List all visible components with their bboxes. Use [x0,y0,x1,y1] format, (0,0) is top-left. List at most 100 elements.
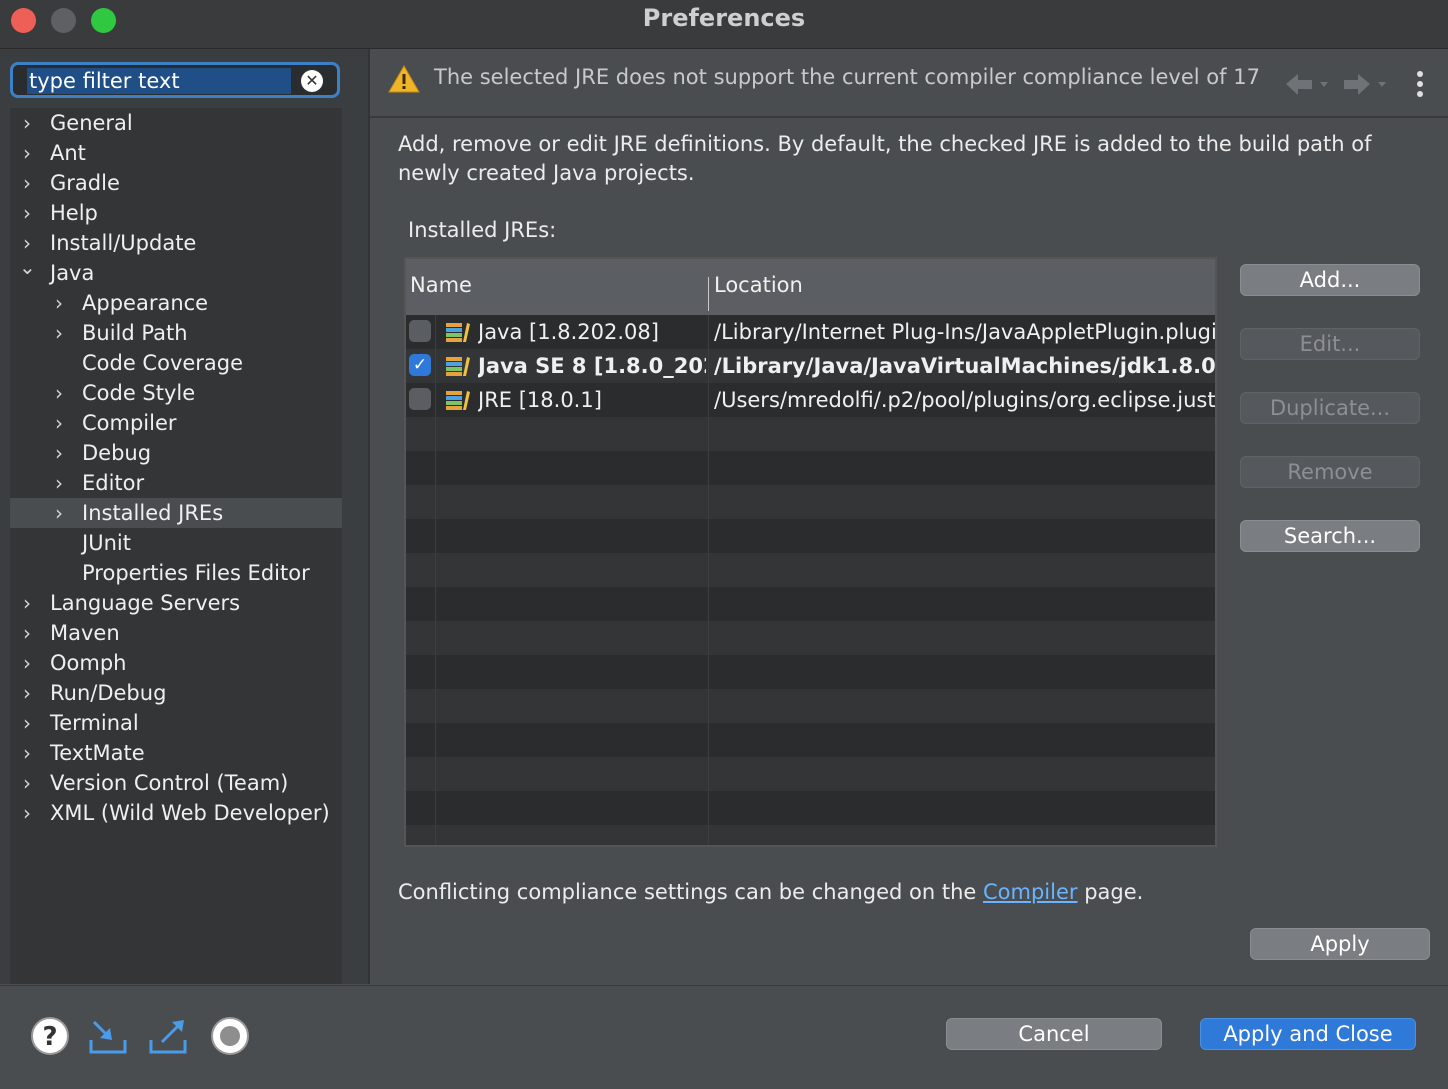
table-row[interactable] [406,519,1215,553]
name-column-divider [708,315,709,845]
compiler-link[interactable]: Compiler [983,880,1078,904]
jre-location: /Users/mredolfi/.p2/pool/plugins/org.ecl… [714,388,1216,412]
tree-item-appearance[interactable]: › Appearance [10,288,342,318]
view-menu-icon[interactable] [1414,69,1426,101]
chevron-right-icon[interactable]: › [19,678,35,708]
table-row[interactable] [406,587,1215,621]
help-icon[interactable]: ? [30,1016,70,1056]
tree-item-run-debug[interactable]: › Run/Debug [10,678,342,708]
conflict-note: Conflicting compliance settings can be c… [398,880,1143,904]
column-header-name[interactable]: Name [410,273,472,297]
back-arrow-icon[interactable] [1284,71,1330,99]
table-row[interactable]: ✓ Java SE 8 [1.8.0_202] /Library/Java/Java… [406,349,1215,383]
add-button[interactable]: Add... [1240,264,1420,296]
record-icon[interactable] [210,1016,250,1056]
clear-filter-icon[interactable]: ✕ [301,70,323,92]
cancel-button[interactable]: Cancel [946,1018,1162,1050]
column-header-location[interactable]: Location [714,273,803,297]
duplicate-button[interactable]: Duplicate... [1240,392,1420,424]
tree-item-junit[interactable]: JUnit [10,528,342,558]
tree-item-help[interactable]: › Help [10,198,342,228]
jre-checkbox[interactable] [409,320,431,342]
bottom-bar: ? Cancel Apply and Close [0,985,1448,1089]
tree-item-xml-wild-web-developer[interactable]: › XML (Wild Web Developer) [10,798,342,828]
chevron-right-icon[interactable]: › [19,768,35,798]
table-row[interactable] [406,485,1215,519]
chevron-right-icon[interactable]: › [19,798,35,828]
tree-item-install-update[interactable]: › Install/Update [10,228,342,258]
table-row[interactable] [406,723,1215,757]
search-button[interactable]: Search... [1240,520,1420,552]
jre-checkbox[interactable] [409,388,431,410]
tree-item-code-coverage[interactable]: Code Coverage [10,348,342,378]
chevron-right-icon[interactable]: › [19,108,35,138]
chevron-right-icon[interactable]: › [19,138,35,168]
remove-button[interactable]: Remove [1240,456,1420,488]
export-icon[interactable] [148,1016,188,1056]
forward-arrow-icon[interactable] [1342,71,1388,99]
table-row[interactable] [406,689,1215,723]
chevron-right-icon[interactable]: › [51,318,67,348]
chevron-right-icon[interactable]: › [51,288,67,318]
filter-input[interactable] [27,68,291,94]
tree-item-label: XML (Wild Web Developer) [50,801,330,825]
chevron-down-icon[interactable]: ⌄ [19,252,36,282]
tree-item-general[interactable]: › General [10,108,342,138]
table-row[interactable] [406,791,1215,825]
jre-checkbox[interactable]: ✓ [409,354,431,376]
jre-table[interactable]: Name Location Java [1.8.202.08] /Library/… [404,257,1217,847]
table-row[interactable]: JRE [18.0.1] /Users/mredolfi/.p2/pool/plu… [406,383,1216,417]
chevron-right-icon[interactable]: › [51,498,67,528]
table-row[interactable] [406,621,1215,655]
chevron-right-icon[interactable]: › [51,468,67,498]
import-icon[interactable] [88,1016,128,1056]
tree-item-label: Java [50,261,95,285]
apply-and-close-button[interactable]: Apply and Close [1200,1018,1416,1050]
tree-item-maven[interactable]: › Maven [10,618,342,648]
tree-item-installed-jres[interactable]: › Installed JREs [10,498,342,528]
table-row[interactable] [406,655,1215,689]
chevron-right-icon[interactable]: › [19,168,35,198]
table-row[interactable] [406,757,1215,791]
column-divider[interactable] [708,277,709,311]
edit-button[interactable]: Edit... [1240,328,1420,360]
table-row[interactable] [406,417,1215,451]
tree-item-label: Help [50,201,98,225]
table-row[interactable] [406,825,1215,845]
tree-item-textmate[interactable]: › TextMate [10,738,342,768]
tree-item-java[interactable]: ⌄ Java [10,255,342,288]
chevron-right-icon[interactable]: › [19,588,35,618]
table-row[interactable] [406,553,1215,587]
tree-item-label: Install/Update [50,231,197,255]
chevron-right-icon[interactable]: › [19,738,35,768]
svg-text:?: ? [42,1022,57,1052]
jre-name: Java [1.8.202.08] [478,320,659,344]
tree-item-debug[interactable]: › Debug [10,438,342,468]
chevron-right-icon[interactable]: › [51,438,67,468]
tree-item-properties-files-editor[interactable]: Properties Files Editor [10,558,342,588]
tree-item-gradle[interactable]: › Gradle [10,168,342,198]
tree-item-ant[interactable]: › Ant [10,138,342,168]
chevron-right-icon[interactable]: › [51,408,67,438]
tree-item-build-path[interactable]: › Build Path [10,318,342,348]
table-row[interactable] [406,451,1215,485]
jre-library-icon [446,323,470,342]
tree-item-terminal[interactable]: › Terminal [10,708,342,738]
jre-name: Java SE 8 [1.8.0_202] [478,354,706,378]
tree-item-label: Language Servers [50,591,241,615]
page-description: Add, remove or edit JRE definitions. By … [398,132,1372,185]
tree-item-language-servers[interactable]: › Language Servers [10,588,342,618]
preferences-sidebar: ✕ ›General›Ant›Gradle›Help›Install/Updat… [0,49,370,984]
chevron-right-icon[interactable]: › [51,378,67,408]
chevron-right-icon[interactable]: › [19,648,35,678]
chevron-right-icon[interactable]: › [19,618,35,648]
tree-item-version-control-team[interactable]: › Version Control (Team) [10,768,342,798]
tree-item-editor[interactable]: › Editor [10,468,342,498]
tree-item-oomph[interactable]: › Oomph [10,648,342,678]
tree-item-code-style[interactable]: › Code Style [10,378,342,408]
chevron-right-icon[interactable]: › [19,198,35,228]
tree-item-compiler[interactable]: › Compiler [10,408,342,438]
chevron-right-icon[interactable]: › [19,708,35,738]
table-row[interactable]: Java [1.8.202.08] /Library/Internet Plug-… [406,315,1215,349]
apply-button[interactable]: Apply [1250,928,1430,960]
